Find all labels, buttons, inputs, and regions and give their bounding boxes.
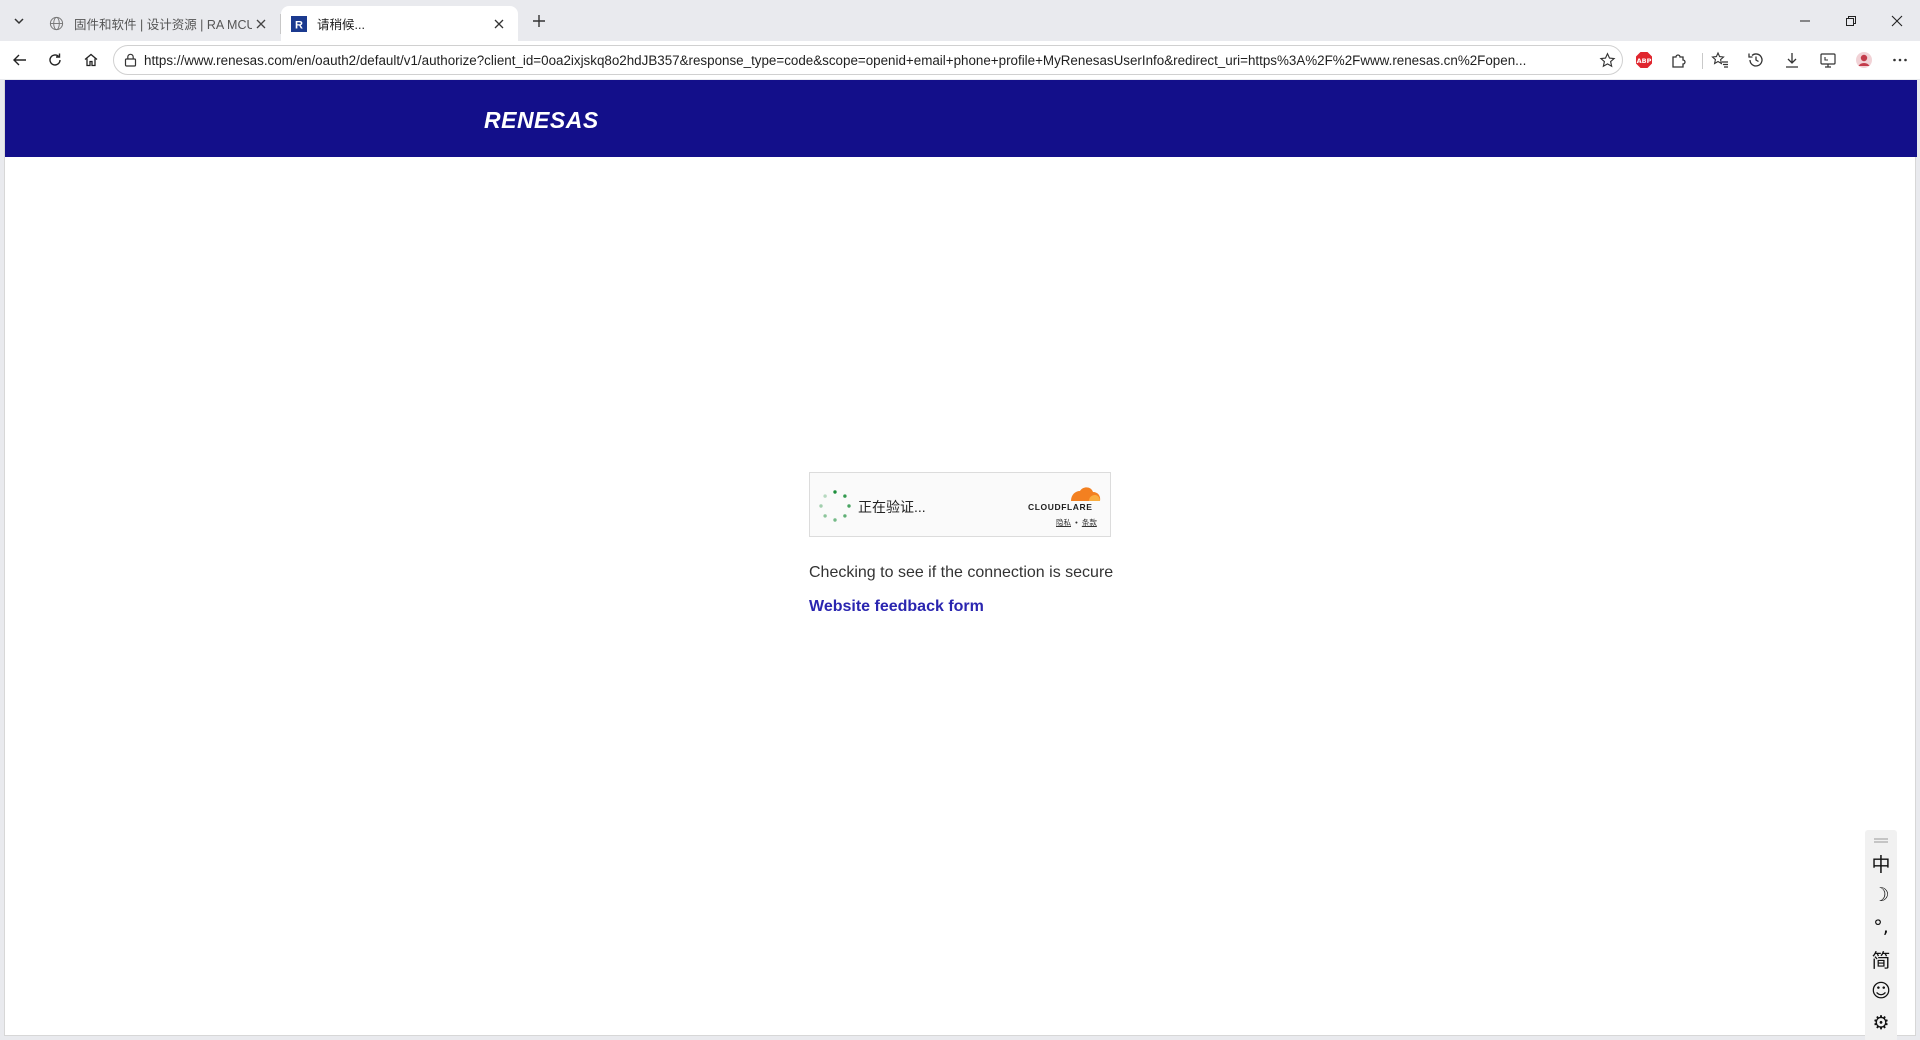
tab-close-icon[interactable] [490,15,508,33]
cloudflare-links: 隐私 • 条款 [1056,517,1097,528]
home-icon [84,53,98,67]
adblock-icon: ABP [1636,52,1652,68]
reload-button[interactable] [41,46,69,74]
drag-handle-icon[interactable] [1874,838,1888,844]
adblock-extension-button[interactable]: ABP [1630,46,1658,74]
svg-text:RENESAS: RENESAS [484,107,599,133]
ime-toolbar: 中 ☽ °, 简 ☺ ⚙ [1865,830,1897,1040]
ime-punctuation-toggle[interactable]: °, [1867,914,1895,940]
close-icon [1891,15,1903,26]
restore-button[interactable] [1828,0,1874,41]
avatar-icon [1856,52,1872,68]
cloudflare-challenge-widget[interactable]: 正在验证... CLOUDFLARE 隐私 • 条款 [809,472,1111,537]
toolbar-divider [1702,53,1703,69]
chevron-down-icon [14,18,24,25]
reload-icon [49,53,61,66]
address-url[interactable]: https://www.renesas.com/en/oauth2/defaul… [144,53,1592,68]
privacy-link[interactable]: 隐私 [1056,518,1071,527]
new-tab-button[interactable] [526,9,552,33]
terms-link[interactable]: 条款 [1082,518,1097,527]
extensions-button[interactable] [1665,46,1693,74]
close-window-button[interactable] [1874,0,1920,41]
favorite-star-icon[interactable] [1592,47,1622,73]
history-icon [1748,53,1763,67]
website-feedback-link[interactable]: Website feedback form [809,598,984,616]
tab-please-wait[interactable]: R 请稍候... [281,6,518,41]
site-header: RENESAS [5,80,1917,157]
link-separator: • [1075,518,1078,527]
downloads-button[interactable] [1778,46,1806,74]
tab-title: 固件和软件 | 设计资源 | RA MCU | [74,18,252,32]
screenshot-icon [1820,53,1836,68]
restore-icon [1846,15,1856,26]
minimize-button[interactable] [1782,0,1828,41]
tab-actions-menu-button[interactable] [6,9,32,33]
connection-check-message: Checking to see if the connection is sec… [809,564,1114,581]
tab-firmware-software[interactable]: 固件和软件 | 设计资源 | RA MCU | [38,6,280,41]
profile-avatar-button[interactable] [1850,46,1878,74]
ime-simplified-toggle[interactable]: 简 [1867,946,1895,972]
ime-emoji-icon[interactable]: ☺ [1867,978,1895,1004]
tab-title: 请稍候... [317,18,365,32]
browser-toolbar: https://www.renesas.com/en/oauth2/defaul… [0,41,1920,79]
minimize-icon [1800,20,1810,21]
screenshot-button[interactable] [1814,46,1842,74]
back-button[interactable] [6,46,34,74]
renesas-favicon-icon: R [291,15,307,32]
verifying-status-text: 正在验证... [858,499,926,515]
lock-icon[interactable] [122,52,138,68]
page-viewport: RENESAS 正在验证... CLOUDFLARE 隐私 • 条款 Check… [4,80,1917,1040]
settings-more-button[interactable] [1886,46,1914,74]
renesas-logo[interactable]: RENESAS [482,104,627,134]
address-bar[interactable]: https://www.renesas.com/en/oauth2/defaul… [113,45,1623,75]
ime-language-toggle[interactable]: 中 [1867,850,1895,876]
globe-icon [48,16,64,32]
puzzle-icon [1672,54,1686,68]
plus-icon [533,15,545,27]
ime-moon-icon[interactable]: ☽ [1867,882,1895,908]
download-icon [1786,53,1798,68]
home-button[interactable] [77,46,105,74]
loading-spinner-icon [819,490,851,522]
tab-strip: 固件和软件 | 设计资源 | RA MCU | R 请稍候... [0,0,1920,41]
more-horizontal-icon [1893,58,1907,62]
tab-close-icon[interactable] [252,15,270,33]
favorites-button[interactable] [1706,46,1734,74]
ime-settings-icon[interactable]: ⚙ [1867,1010,1895,1036]
svg-text:ABP: ABP [1637,57,1652,65]
history-button[interactable] [1742,46,1770,74]
cloudflare-brand-text: CLOUDFLARE [1028,502,1093,512]
svg-text:R: R [295,19,303,31]
favorites-list-icon [1711,51,1728,68]
arrow-left-icon [13,54,26,66]
